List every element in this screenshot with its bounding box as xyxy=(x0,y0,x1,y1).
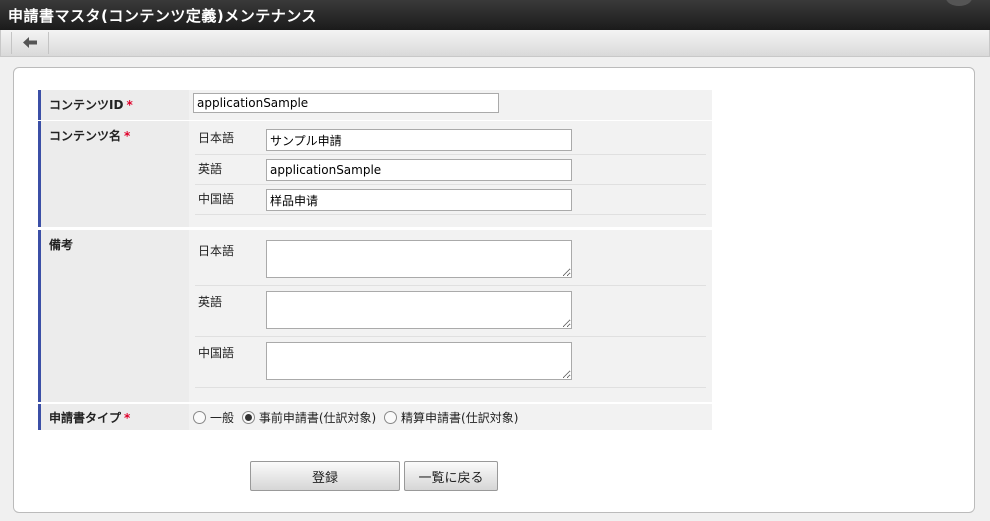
remarks-lang-en: 英語 xyxy=(198,295,223,309)
remarks-lang-ja: 日本語 xyxy=(198,244,235,258)
back-to-list-button[interactable]: 一覧に戻る xyxy=(404,461,498,491)
content-id-input[interactable] xyxy=(193,93,499,113)
remarks-zh-textarea[interactable] xyxy=(266,342,572,380)
app-type-radio-advance[interactable] xyxy=(241,411,255,424)
remarks-lang-zh: 中国語 xyxy=(198,346,235,360)
app-type-option-settlement: 精算申請書(仕訳対象) xyxy=(401,411,519,425)
page-title: 申請書マスタ(コンテンツ定義)メンテナンス xyxy=(8,7,317,25)
row-content-id: コンテンツID * xyxy=(38,90,712,120)
content-name-en-input[interactable] xyxy=(266,159,572,181)
app-type-label: 申請書タイプ * xyxy=(38,404,189,430)
toolbar xyxy=(0,30,990,57)
content-name-lang-zh: 中国語 xyxy=(198,192,235,206)
row-remarks: 備考 日本語 英語 中国語 xyxy=(38,230,712,402)
content-name-lang-ja: 日本語 xyxy=(198,131,235,145)
arrow-left-icon xyxy=(23,37,37,48)
remarks-label: 備考 xyxy=(38,230,189,402)
content-name-lang-en: 英語 xyxy=(198,162,223,176)
remarks-en-textarea[interactable] xyxy=(266,291,572,329)
content-name-zh-input[interactable] xyxy=(266,189,572,211)
form-panel: コンテンツID* コンテンツ名* 日本語 英語 中国語 備考 日本語 xyxy=(13,67,975,513)
app-type-radio-settlement[interactable] xyxy=(384,411,398,424)
app-type-radio-group: 一般 事前申請書(仕訳対象) 精算申請書(仕訳対象) xyxy=(193,409,522,426)
row-content-name: コンテンツ名* 日本語 英語 中国語 xyxy=(38,121,712,227)
content-name-label: コンテンツ名 * xyxy=(38,121,189,227)
content-id-label: コンテンツID * xyxy=(38,90,189,120)
row-app-type: 申請書タイプ * 一般 事前申請書(仕訳対象) 精算申請書(仕訳対象) xyxy=(38,404,712,430)
register-button[interactable]: 登録 xyxy=(250,461,400,491)
app-type-option-advance: 事前申請書(仕訳対象) xyxy=(258,411,377,425)
content-name-ja-input[interactable] xyxy=(266,129,572,151)
title-bar: 申請書マスタ(コンテンツ定義)メンテナンス xyxy=(0,0,990,30)
app-type-option-general: 一般 xyxy=(210,411,235,425)
remarks-ja-textarea[interactable] xyxy=(266,240,572,278)
app-type-radio-general[interactable] xyxy=(193,411,206,424)
back-button[interactable] xyxy=(11,32,49,54)
window-corner xyxy=(946,0,972,6)
